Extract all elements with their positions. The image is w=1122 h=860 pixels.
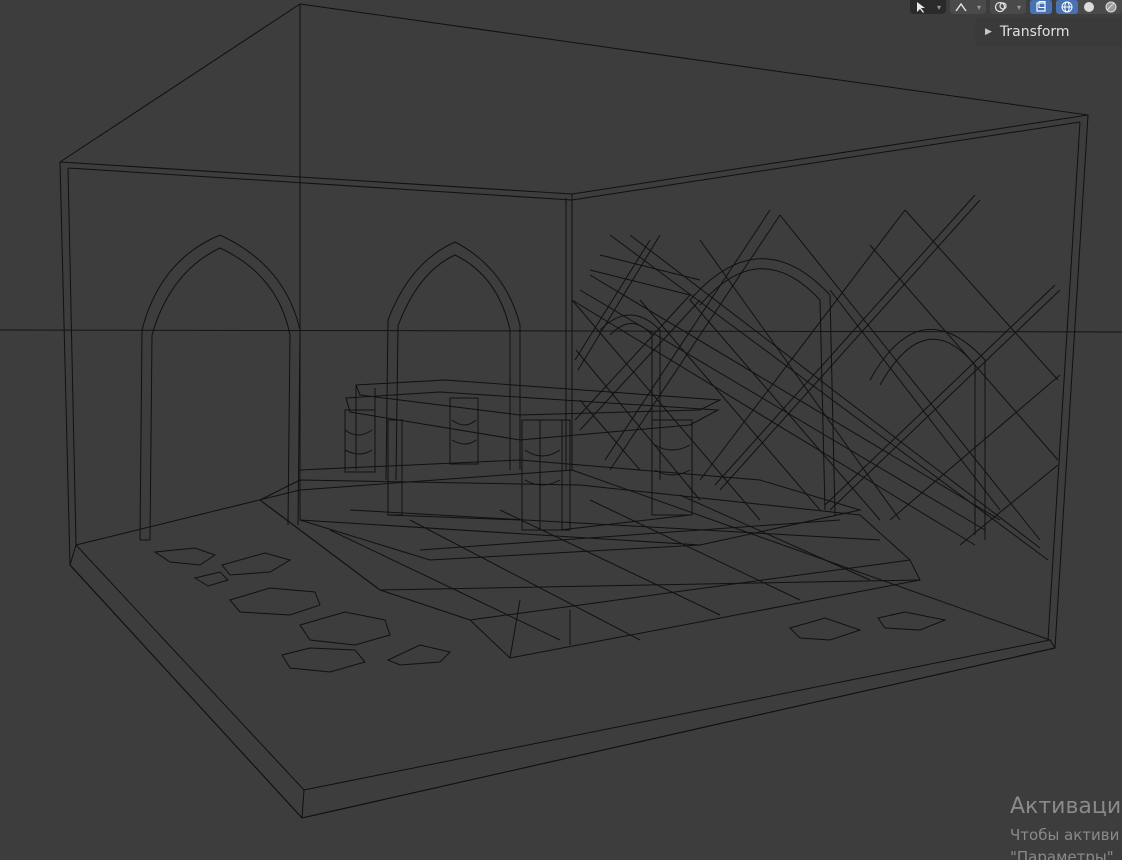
panel-title: Transform (999, 24, 1070, 40)
transform-gizmo-icon[interactable] (950, 0, 972, 14)
horizon-line (0, 329, 1122, 333)
watermark-title: Активация (1010, 794, 1122, 819)
xray-group[interactable] (1030, 0, 1052, 14)
gizmo-group[interactable]: ▾ (950, 0, 986, 14)
floor-stones-right (789, 611, 947, 641)
shading-material-icon[interactable] (1100, 0, 1122, 14)
xray-toggle-icon[interactable] (1030, 0, 1052, 14)
wireframe-scene[interactable] (0, 0, 1122, 860)
transform-panel-header[interactable]: ▶ Transform (975, 18, 1122, 46)
activation-watermark: Активация Чтобы активи "Параметры" (1010, 790, 1122, 860)
expand-triangle-icon[interactable]: ▶ (985, 27, 992, 37)
arch-middle (385, 241, 521, 481)
overlays-icon[interactable] (990, 0, 1012, 14)
chevron-down-icon[interactable]: ▾ (1012, 0, 1026, 14)
table-bench (344, 379, 722, 531)
shading-group[interactable] (1056, 0, 1122, 14)
shading-solid-icon[interactable] (1078, 0, 1100, 14)
3d-viewport[interactable]: ▾ ▾ ▾ ▶ Transform Активация Чтобы активи… (0, 0, 1122, 860)
select-tool-group[interactable]: ▾ (910, 0, 946, 14)
arch-left (139, 234, 301, 541)
viewport-header-toolbar: ▾ ▾ ▾ (906, 0, 1122, 14)
overlays-group[interactable]: ▾ (990, 0, 1026, 14)
chevron-down-icon[interactable]: ▾ (932, 0, 946, 14)
watermark-line: "Параметры" (1010, 848, 1114, 860)
lattice-screen (571, 194, 1061, 561)
shading-wireframe-icon[interactable] (1056, 0, 1078, 14)
watermark-line: Чтобы активи (1010, 826, 1120, 844)
chevron-down-icon[interactable]: ▾ (972, 0, 986, 14)
select-cursor-icon[interactable] (910, 0, 932, 14)
